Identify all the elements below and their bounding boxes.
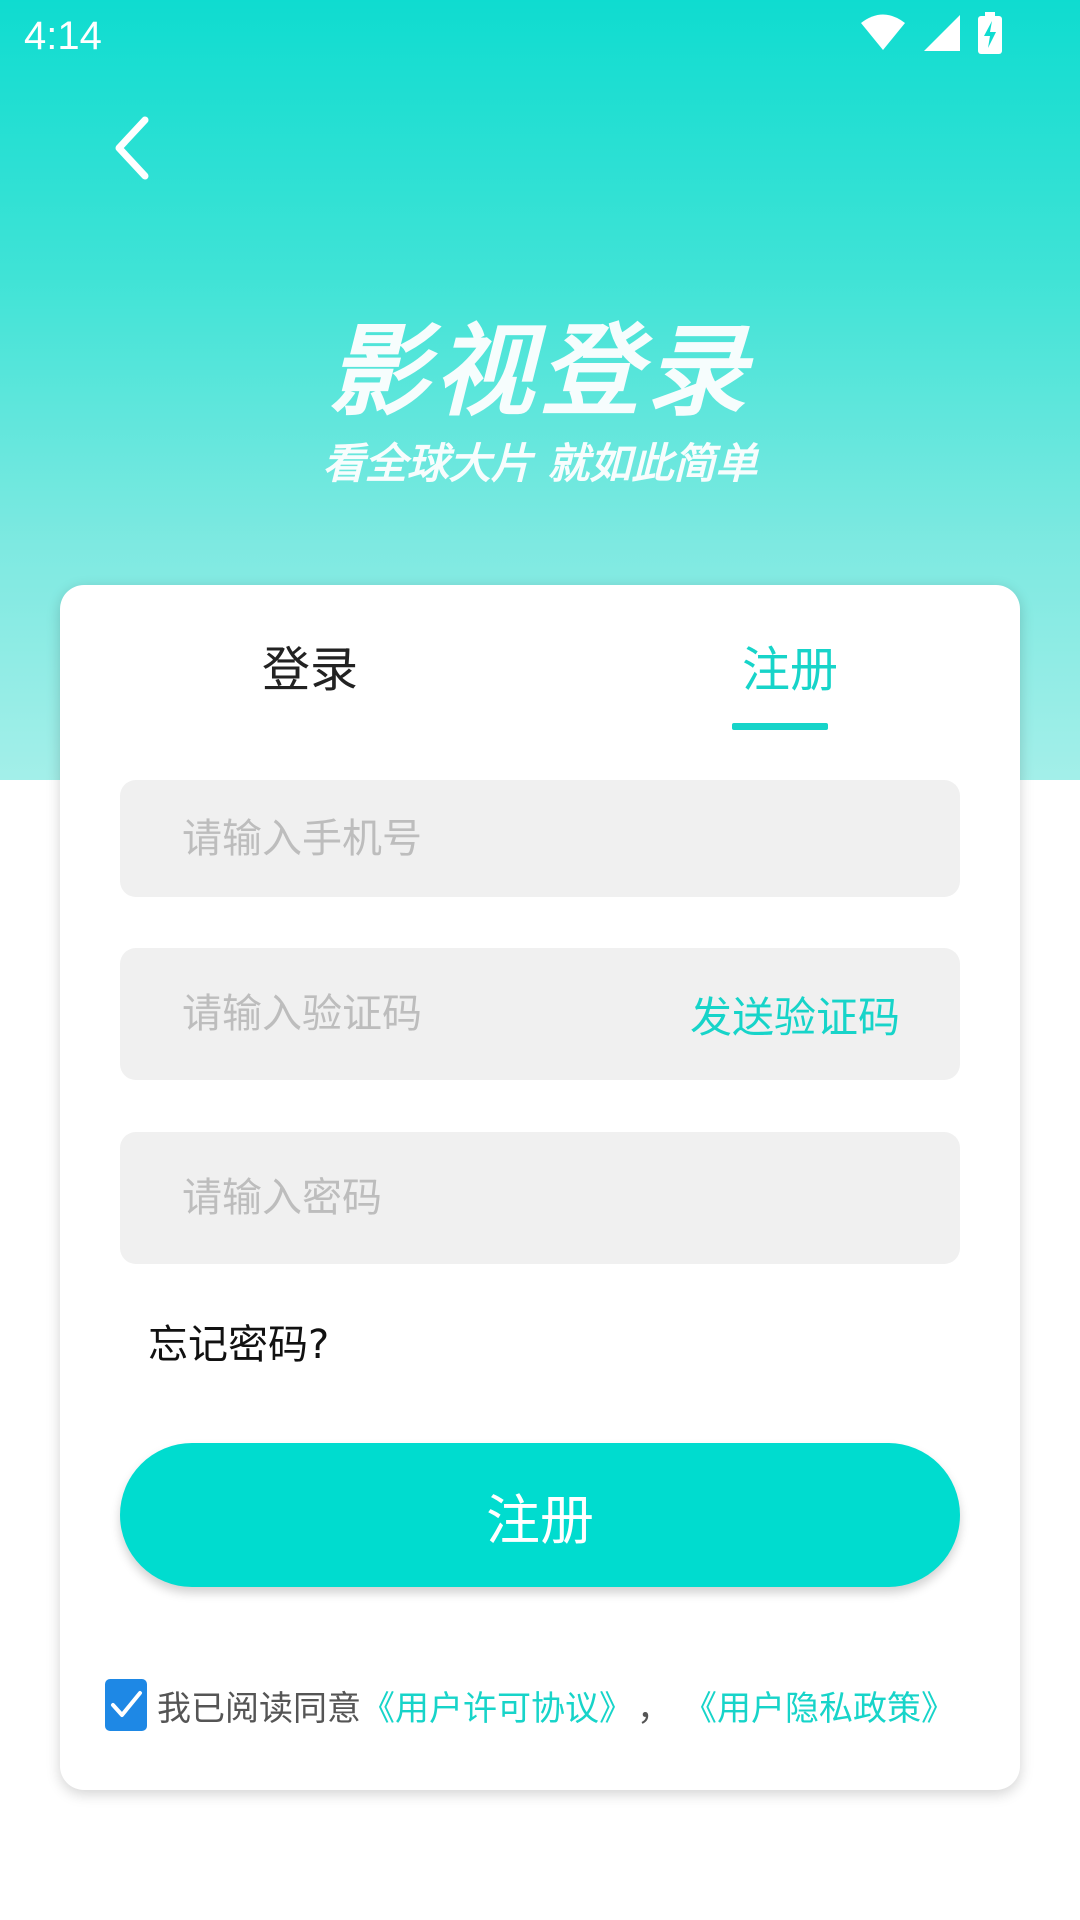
register-button[interactable]: 注册 bbox=[120, 1443, 960, 1587]
agreement-checkbox[interactable] bbox=[105, 1679, 147, 1731]
verification-code-input[interactable] bbox=[182, 948, 742, 1080]
password-field-container bbox=[120, 1132, 960, 1264]
forgot-password-link[interactable]: 忘记密码? bbox=[148, 1312, 329, 1370]
wifi-icon bbox=[860, 14, 906, 56]
agreement-row: 我已阅读同意 《用户许可协议》 ， 《用户隐私政策》 bbox=[105, 1675, 955, 1735]
password-input[interactable] bbox=[182, 1132, 742, 1264]
status-bar: 4:14 bbox=[0, 0, 1080, 75]
chevron-left-icon bbox=[111, 116, 151, 184]
active-tab-indicator bbox=[732, 723, 828, 730]
status-time: 4:14 bbox=[24, 14, 102, 58]
status-icons bbox=[860, 12, 1002, 58]
hero-title: 影视登录 bbox=[328, 313, 752, 430]
privacy-policy-link[interactable]: 《用户隐私政策》 bbox=[683, 1681, 955, 1730]
phone-input[interactable] bbox=[182, 780, 742, 897]
auth-card: 登录 注册 发送验证码 忘记密码? 注册 我已阅读同意 《用户许可协议》 ， 《… bbox=[60, 585, 1020, 1790]
agreement-text: 我已阅读同意 bbox=[157, 1688, 361, 1729]
phone-field-container bbox=[120, 780, 960, 897]
send-code-button[interactable]: 发送验证码 bbox=[690, 948, 900, 1080]
tab-register[interactable]: 注册 bbox=[690, 630, 890, 700]
agreement-separator: ， bbox=[637, 1688, 671, 1729]
hero-subtitle: 看全球大片 就如此简单 bbox=[322, 439, 758, 488]
license-agreement-link[interactable]: 《用户许可协议》 bbox=[361, 1681, 633, 1730]
battery-charging-icon bbox=[978, 12, 1002, 58]
tab-login[interactable]: 登录 bbox=[210, 630, 410, 700]
back-button[interactable] bbox=[96, 108, 166, 192]
checkmark-icon bbox=[111, 1691, 142, 1717]
signal-icon bbox=[922, 13, 962, 57]
code-field-container: 发送验证码 bbox=[120, 948, 960, 1080]
